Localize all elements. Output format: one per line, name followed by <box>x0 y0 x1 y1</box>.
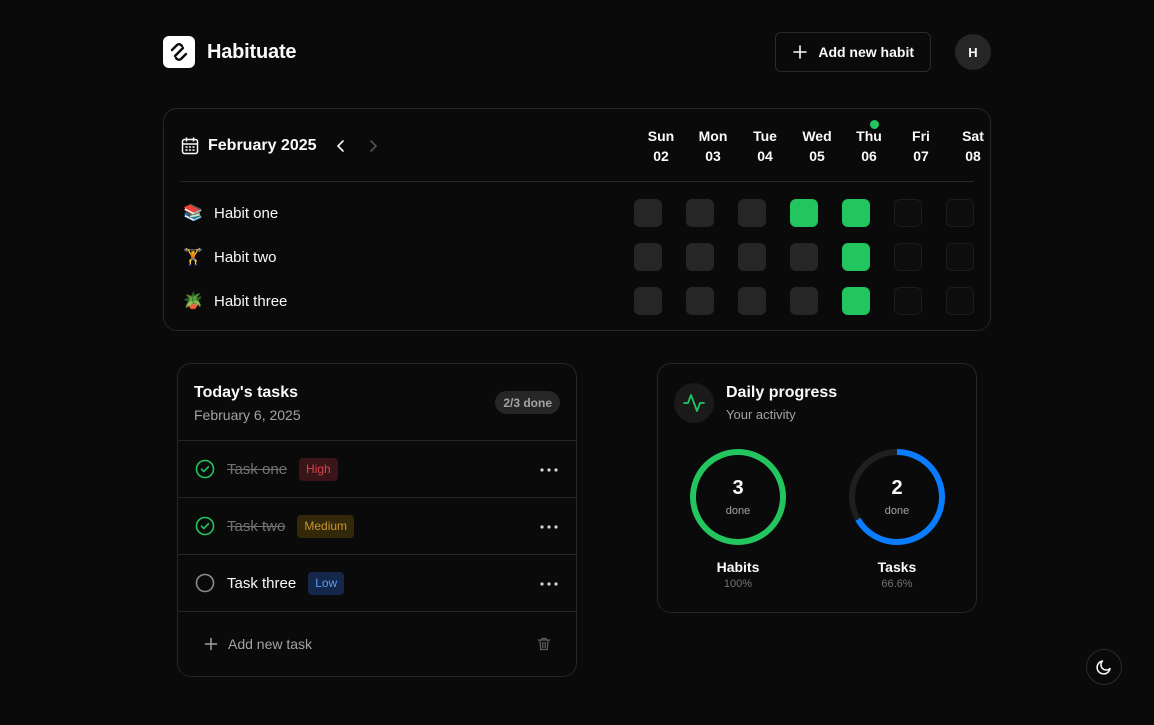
plus-icon <box>204 637 218 651</box>
progress-subtitle: Your activity <box>726 407 796 422</box>
task-more-button[interactable] <box>540 575 558 593</box>
ring-value: 3 <box>732 477 744 499</box>
ring-unit: done <box>725 505 751 517</box>
tasks-title: Today's tasks <box>194 384 298 401</box>
habit-cell-completed[interactable] <box>842 199 870 227</box>
add-task-button[interactable]: Add new task <box>178 612 576 676</box>
habit-cell-completed[interactable] <box>790 199 818 227</box>
ring-percent: 100% <box>723 578 753 590</box>
habit-cell-future <box>946 199 974 227</box>
add-habit-button[interactable]: Add new habit <box>775 32 931 72</box>
activity-icon <box>674 383 714 423</box>
task-checkbox-checked[interactable] <box>195 459 215 479</box>
habit-name: Habit two <box>214 248 277 266</box>
progress-title: Daily progress <box>726 384 838 401</box>
trash-button[interactable] <box>536 636 552 652</box>
day-column-mon: Mon 03 <box>698 128 728 164</box>
ring-percent: 66.6% <box>881 578 913 590</box>
priority-badge: Low <box>308 571 345 595</box>
habit-tracker-card: February 2025 Sun 02 Mon 03 Tue 04 Wed 05 Th… <box>163 108 991 331</box>
day-column-sat: Sat 08 <box>962 128 984 164</box>
habit-name: Habit one <box>214 204 279 222</box>
habit-cell-empty[interactable] <box>686 287 714 315</box>
more-horizontal-icon <box>540 582 558 586</box>
trash-icon <box>537 637 551 651</box>
chevron-left-icon <box>336 140 344 152</box>
task-row[interactable]: Task three Low <box>178 555 576 612</box>
habit-cell-future <box>894 287 922 315</box>
check-circle-icon <box>195 516 215 536</box>
calendar-icon <box>181 137 199 155</box>
app-header: Habituate Add new habit H <box>163 32 991 72</box>
task-row[interactable]: Task one High <box>178 441 576 498</box>
avatar[interactable]: H <box>955 34 991 70</box>
habit-cell-empty[interactable] <box>686 199 714 227</box>
ring-value: 2 <box>891 477 903 499</box>
plus-icon <box>793 45 808 59</box>
ring-unit: done <box>884 505 910 517</box>
add-habit-label: Add new habit <box>818 44 914 60</box>
task-label: Task two <box>227 517 286 535</box>
ring-label: Habits <box>716 559 760 575</box>
habit-name: Habit three <box>214 292 288 310</box>
task-checkbox-checked[interactable] <box>195 516 215 536</box>
daily-progress-card: Daily progress Your activity 3 done Habi… <box>657 363 977 613</box>
day-column-wed: Wed 05 <box>802 128 832 164</box>
chevron-right-icon <box>369 140 377 152</box>
habit-cell-completed[interactable] <box>842 287 870 315</box>
books-icon: 📚 <box>183 205 203 222</box>
tasks-date: February 6, 2025 <box>194 407 301 423</box>
ring-label: Tasks <box>877 559 917 575</box>
task-row[interactable]: Task two Medium <box>178 498 576 555</box>
empty-circle-icon <box>195 573 215 593</box>
habit-cell-empty[interactable] <box>790 287 818 315</box>
check-circle-icon <box>195 459 215 479</box>
task-more-button[interactable] <box>540 518 558 536</box>
habit-cell-future <box>946 243 974 271</box>
theme-toggle-button[interactable] <box>1086 649 1122 685</box>
add-task-label: Add new task <box>228 636 313 652</box>
habit-cell-empty[interactable] <box>634 199 662 227</box>
more-horizontal-icon <box>540 468 558 472</box>
tasks-progress-ring: 2 done <box>847 447 947 547</box>
day-column-thu: Thu 06 <box>856 128 882 164</box>
infinity-link-icon <box>163 36 195 68</box>
habit-cell-completed[interactable] <box>842 243 870 271</box>
next-week-button[interactable] <box>357 135 389 157</box>
done-count-badge: 2/3 done <box>495 391 560 414</box>
task-checkbox-unchecked[interactable] <box>195 573 215 593</box>
previous-week-button[interactable] <box>325 135 357 157</box>
brand[interactable]: Habituate <box>163 36 297 68</box>
habit-cell-future <box>894 199 922 227</box>
potted-plant-icon: 🪴 <box>183 293 203 310</box>
todays-tasks-card: Today's tasks February 6, 2025 2/3 done … <box>177 363 577 677</box>
month-label: February 2025 <box>208 137 317 154</box>
more-horizontal-icon <box>540 525 558 529</box>
app-name: Habituate <box>207 40 297 63</box>
habit-cell-empty[interactable] <box>738 199 766 227</box>
habit-cell-empty[interactable] <box>738 287 766 315</box>
habits-progress-ring: 3 done <box>688 447 788 547</box>
day-column-sun: Sun 02 <box>647 128 675 164</box>
habit-cell-empty[interactable] <box>686 243 714 271</box>
task-more-button[interactable] <box>540 461 558 479</box>
task-label: Task three <box>227 574 297 592</box>
weightlifter-icon: 🏋 <box>183 249 203 266</box>
priority-badge: Medium <box>297 514 355 538</box>
habit-cell-empty[interactable] <box>790 243 818 271</box>
day-column-tue: Tue 04 <box>753 128 777 164</box>
habit-cell-empty[interactable] <box>634 287 662 315</box>
habit-cell-future <box>946 287 974 315</box>
habit-cell-empty[interactable] <box>634 243 662 271</box>
priority-badge: High <box>299 457 338 481</box>
habit-cell-future <box>894 243 922 271</box>
habit-cell-empty[interactable] <box>738 243 766 271</box>
moon-icon <box>1096 660 1111 675</box>
day-column-fri: Fri 07 <box>912 128 930 164</box>
task-label: Task one <box>227 460 288 478</box>
calendar-header: February 2025 Sun 02 Mon 03 Tue 04 Wed 05 Th… <box>180 109 984 182</box>
